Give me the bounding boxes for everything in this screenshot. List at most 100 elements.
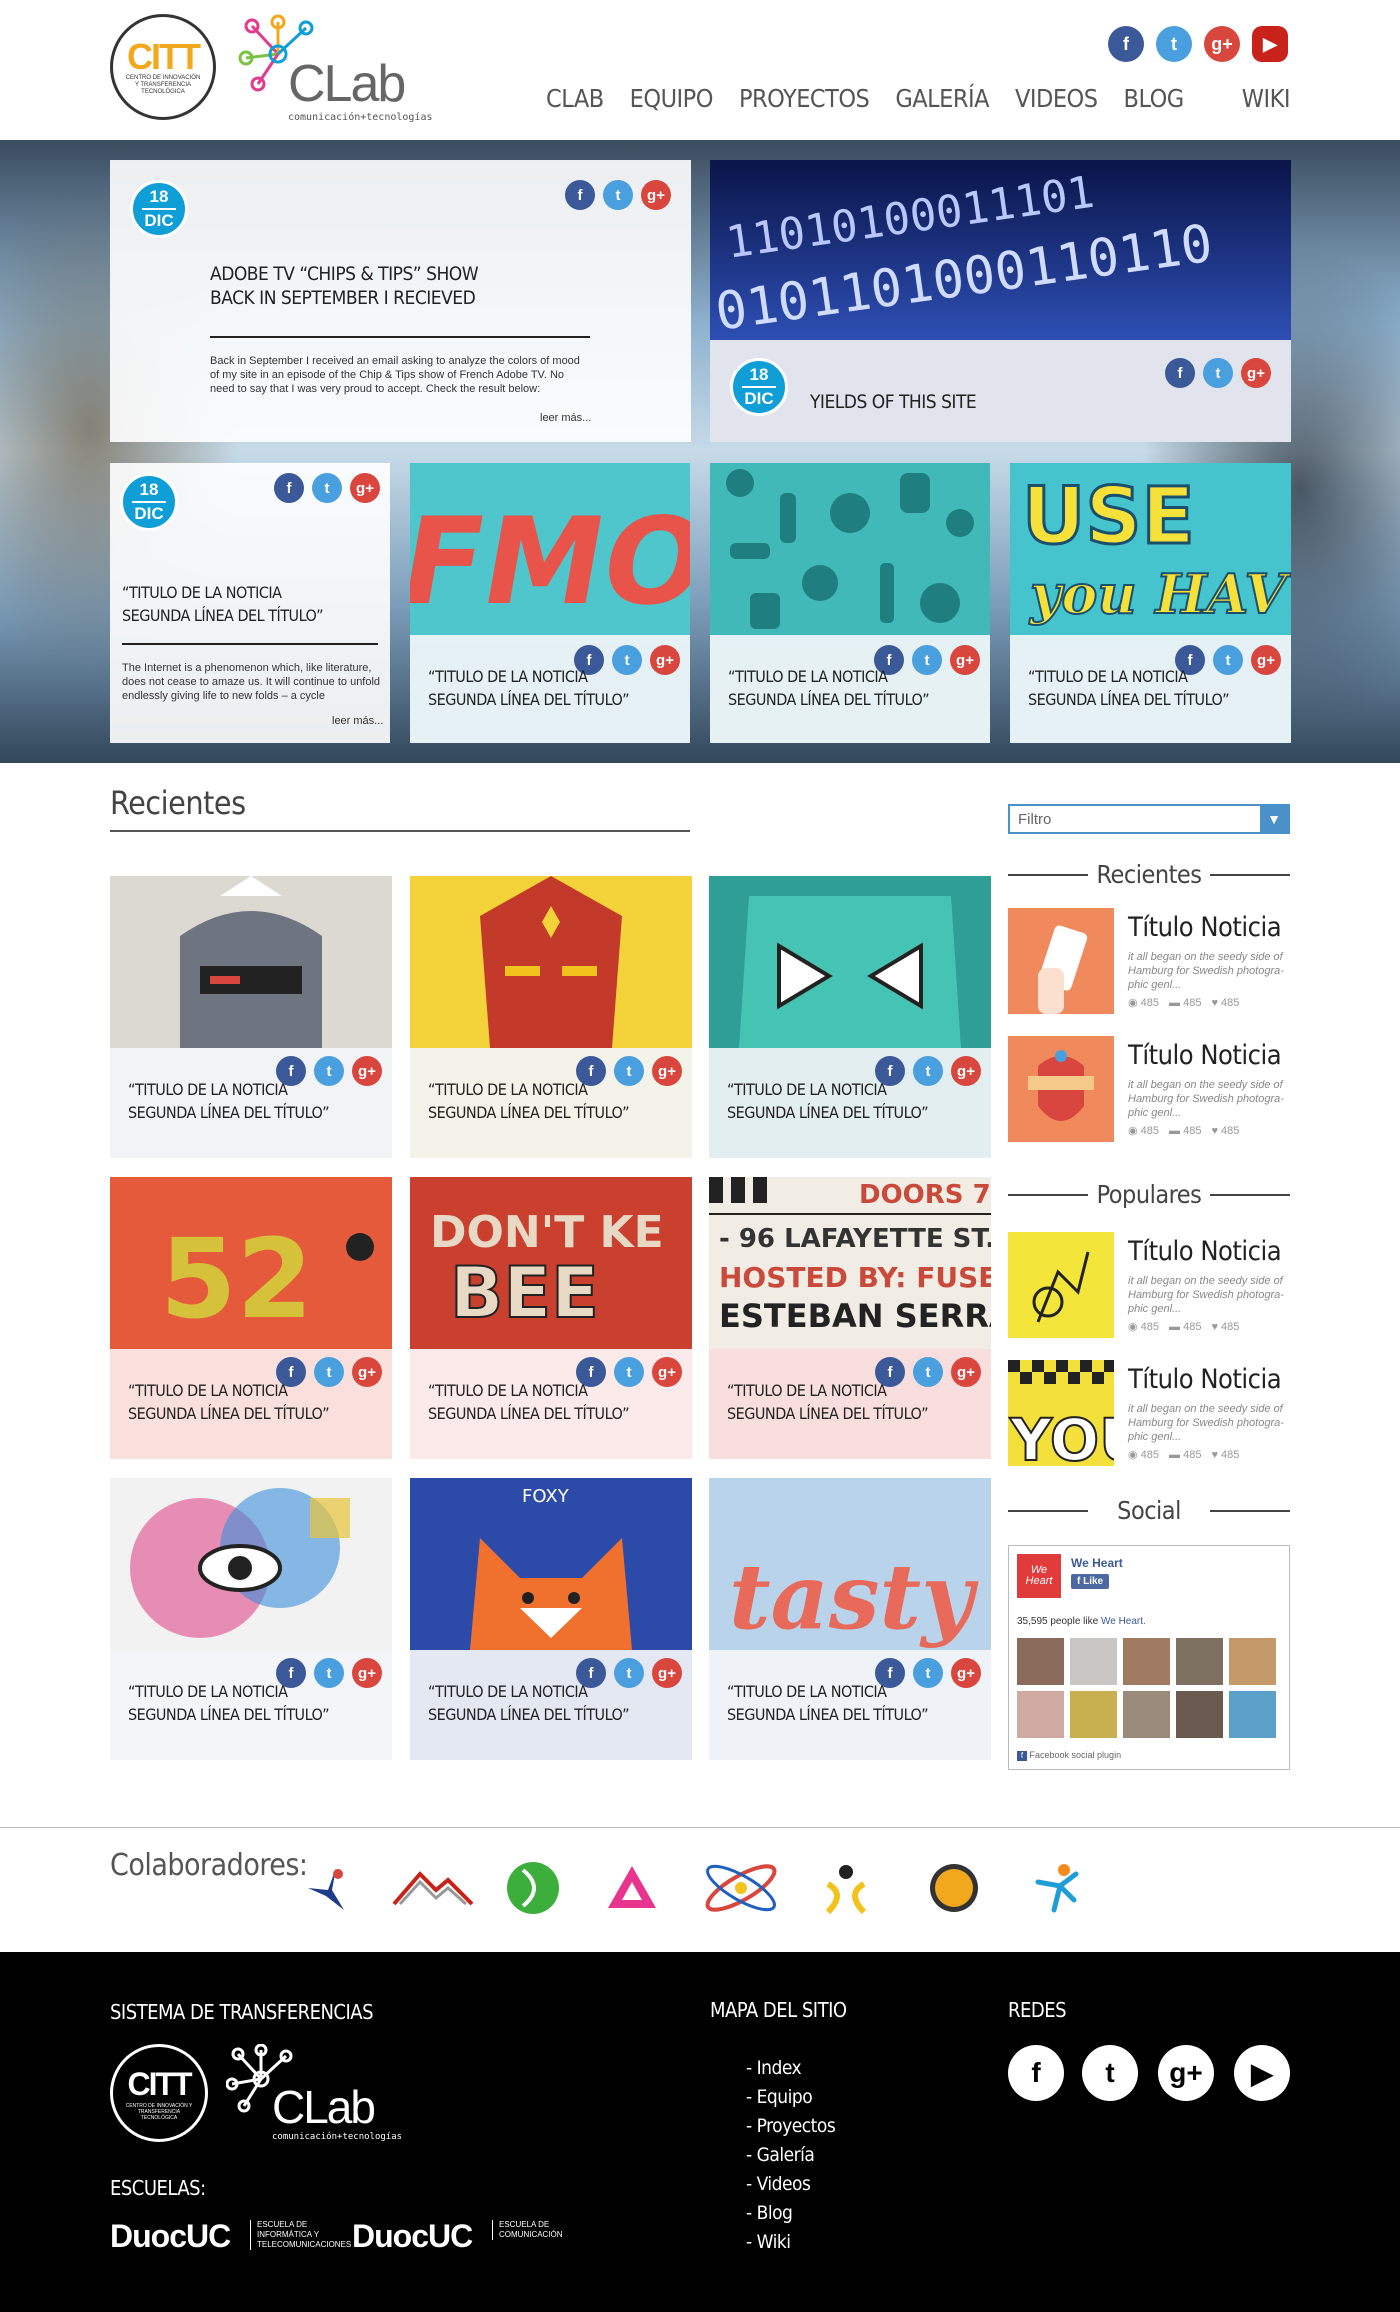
collaborator-logo[interactable] [698, 1860, 784, 1916]
facebook-icon[interactable]: f [1165, 358, 1195, 388]
googleplus-icon[interactable]: g+ [950, 645, 980, 675]
recent-news-card[interactable]: f t g+ “TITULO DE LA NOTICIA SEGUNDA LÍNEA D… [110, 1478, 392, 1760]
sidebar-news-item[interactable]: Título Noticia it all began on the seedy… [1008, 908, 1290, 1016]
like-button[interactable]: f Like [1071, 1574, 1110, 1589]
card-title[interactable]: “TITULO DE LA NOTICIA SEGUNDA LÍNEA DEL T… [128, 1680, 330, 1726]
card-title[interactable]: “TITULO DE LA NOTICIA SEGUNDA LÍNEA DEL … [1028, 665, 1230, 711]
twitter-icon[interactable]: t [1082, 2045, 1138, 2101]
news-tile[interactable]: f t g+ “TITULO DE LA NOTICIA SEGUNDA LÍN… [710, 463, 990, 743]
recent-news-card[interactable]: FOXY f t g+ “TITULO DE LA NOTICIA SEGUNDA LÍN… [410, 1478, 692, 1760]
recent-news-card[interactable]: f t g+ “TITULO DE LA NOTICIA SEGUNDA LÍNEA D… [709, 876, 991, 1158]
featured-card[interactable]: 18 DIC f t g+ ADOBE TV “CHIPS & TIPS” SHO… [110, 160, 691, 442]
avatar[interactable] [1070, 1691, 1117, 1738]
twitter-icon[interactable]: t [1203, 358, 1233, 388]
avatar[interactable] [1017, 1691, 1064, 1738]
nav-clab[interactable]: CLAB [546, 84, 604, 113]
card-title[interactable]: “TITULO DE LA NOTICIA SEGUNDA LÍNEA DEL T… [727, 1379, 929, 1425]
page-avatar[interactable]: We Heart [1017, 1554, 1061, 1598]
card-title[interactable]: “TITULO DE LA NOTICIA SEGUNDA LÍNEA DEL T… [428, 1379, 630, 1425]
facebook-icon[interactable]: f [274, 473, 304, 503]
news-tile[interactable]: FMO f t g+ “TITULO DE LA NOTICIA SEGUNDA… [410, 463, 690, 743]
nav-blog[interactable]: BLOG [1124, 84, 1185, 113]
sidebar-news-item[interactable]: Título Noticia it all began on the seedy… [1008, 1036, 1290, 1144]
card-title[interactable]: “TITULO DE LA NOTICIA SEGUNDA LÍNEA DEL T… [428, 1680, 630, 1726]
googleplus-icon[interactable]: g+ [352, 1658, 382, 1688]
avatar[interactable] [1176, 1638, 1223, 1685]
avatar[interactable] [1070, 1638, 1117, 1685]
googleplus-icon[interactable]: g+ [1251, 645, 1281, 675]
featured-card-2[interactable]: 11010100011101 0101101000110110 18 DIC YI… [710, 160, 1291, 442]
news-title[interactable]: Título Noticia [1128, 1364, 1282, 1395]
site-map-link[interactable]: - Videos [746, 2170, 835, 2199]
avatar[interactable] [1123, 1638, 1170, 1685]
collaborator-logo[interactable] [390, 1860, 476, 1916]
footer-citt-logo[interactable]: CITT CENTRO DE INNOVACIÓN Y TRANSFERENCI… [110, 2044, 208, 2142]
news-title[interactable]: Título Noticia [1128, 1040, 1282, 1071]
citt-logo[interactable]: CITT CENTRO DE INNOVACIÓN Y TRANSFERENCI… [110, 14, 216, 120]
nav-wiki[interactable]: WIKI [1242, 84, 1291, 113]
googleplus-icon[interactable]: g+ [352, 1056, 382, 1086]
site-map-link[interactable]: - Blog [746, 2199, 835, 2228]
collaborator-logo[interactable] [298, 1860, 354, 1916]
card-title[interactable]: “TITULO DE LA NOTICIA SEGUNDA LÍNEA DEL … [428, 665, 630, 711]
googleplus-icon[interactable]: g+ [1204, 26, 1240, 62]
googleplus-icon[interactable]: g+ [951, 1357, 981, 1387]
collaborator-logo[interactable] [926, 1860, 982, 1916]
avatar[interactable] [1017, 1638, 1064, 1685]
avatar[interactable] [1229, 1691, 1276, 1738]
news-title[interactable]: Título Noticia [1128, 1236, 1282, 1267]
collaborator-logo[interactable] [818, 1860, 874, 1916]
googleplus-icon[interactable]: g+ [350, 473, 380, 503]
sidebar-news-item[interactable]: Título Noticia it all began on the seedy… [1008, 1232, 1290, 1340]
page-name-link[interactable]: We Heart [1071, 1556, 1123, 1570]
card-title[interactable]: ADOBE TV “CHIPS & TIPS” SHOW BACK IN SEP… [210, 262, 479, 310]
twitter-icon[interactable]: t [1156, 26, 1192, 62]
recent-news-card[interactable]: 52 f t g+ “TITULO DE LA NOTICIA SEGUNDA LÍNEA… [110, 1177, 392, 1459]
googleplus-icon[interactable]: g+ [650, 645, 680, 675]
filter-select[interactable]: Filtro ▼ [1008, 804, 1290, 834]
chevron-down-icon[interactable]: ▼ [1260, 806, 1288, 832]
nav-galeria[interactable]: GALERÍA [895, 84, 989, 113]
avatar[interactable] [1176, 1691, 1223, 1738]
card-title[interactable]: “TITULO DE LA NOTICIA SEGUNDA LÍNEA DEL T… [128, 1379, 330, 1425]
recent-news-card[interactable]: DOORS 7: - 96 LAFAYETTE ST. NYC HOSTED BY:… [709, 1177, 991, 1459]
site-map-link[interactable]: - Equipo [746, 2083, 835, 2112]
sidebar-news-item[interactable]: YOU Título Noticia it all began on the s… [1008, 1360, 1290, 1468]
facebook-icon[interactable]: f [565, 180, 595, 210]
googleplus-icon[interactable]: g+ [641, 180, 671, 210]
youtube-icon[interactable]: ▶ [1234, 2045, 1290, 2101]
site-map-link[interactable]: - Wiki [746, 2228, 835, 2257]
googleplus-icon[interactable]: g+ [352, 1357, 382, 1387]
twitter-icon[interactable]: t [603, 180, 633, 210]
card-title[interactable]: “TITULO DE LA NOTICIA SEGUNDA LÍNEA DEL T… [727, 1680, 929, 1726]
youtube-icon[interactable]: ▶ [1252, 26, 1288, 62]
googleplus-icon[interactable]: g+ [951, 1056, 981, 1086]
googleplus-icon[interactable]: g+ [652, 1658, 682, 1688]
facebook-icon[interactable]: f [1108, 26, 1144, 62]
duoc-logo[interactable]: DuocUC [110, 2218, 231, 2255]
googleplus-icon[interactable]: g+ [652, 1357, 682, 1387]
collaborator-logo[interactable] [1030, 1860, 1086, 1916]
card-title[interactable]: “TITULO DE LA NOTICIA SEGUNDA LÍNEA DEL T… [428, 1078, 630, 1124]
collaborator-logo[interactable] [604, 1860, 660, 1916]
twitter-icon[interactable]: t [312, 473, 342, 503]
nav-videos[interactable]: VIDEOS [1015, 84, 1098, 113]
site-map-link[interactable]: - Index [746, 2054, 835, 2083]
nav-equipo[interactable]: EQUIPO [630, 84, 714, 113]
googleplus-icon[interactable]: g+ [652, 1056, 682, 1086]
googleplus-icon[interactable]: g+ [951, 1658, 981, 1688]
recent-news-card[interactable]: f t g+ “TITULO DE LA NOTICIA SEGUNDA LÍNEA D… [110, 876, 392, 1158]
nav-proyectos[interactable]: PROYECTOS [739, 84, 870, 113]
site-map-link[interactable]: - Galería [746, 2141, 835, 2170]
avatar[interactable] [1229, 1638, 1276, 1685]
card-title[interactable]: “TITULO DE LA NOTICIA SEGUNDA LÍNEA DEL T… [727, 1078, 929, 1124]
googleplus-icon[interactable]: g+ [1158, 2045, 1214, 2101]
site-map-link[interactable]: - Proyectos [746, 2112, 836, 2141]
news-title[interactable]: Título Noticia [1128, 912, 1282, 943]
card-title[interactable]: YIELDS OF THIS SITE [810, 390, 977, 414]
card-title[interactable]: “TITULO DE LA NOTICIA SEGUNDA LÍNEA DEL … [122, 581, 324, 627]
news-tile[interactable]: USE you HAV f t g+ “TITULO DE LA NOTICIA… [1010, 463, 1291, 743]
news-card[interactable]: 18 DIC f t g+ “TITULO DE LA NOTICIA SEGUN… [110, 463, 390, 743]
read-more-link[interactable]: leer más... [540, 412, 591, 424]
card-title[interactable]: “TITULO DE LA NOTICIA SEGUNDA LÍNEA DEL T… [128, 1078, 330, 1124]
